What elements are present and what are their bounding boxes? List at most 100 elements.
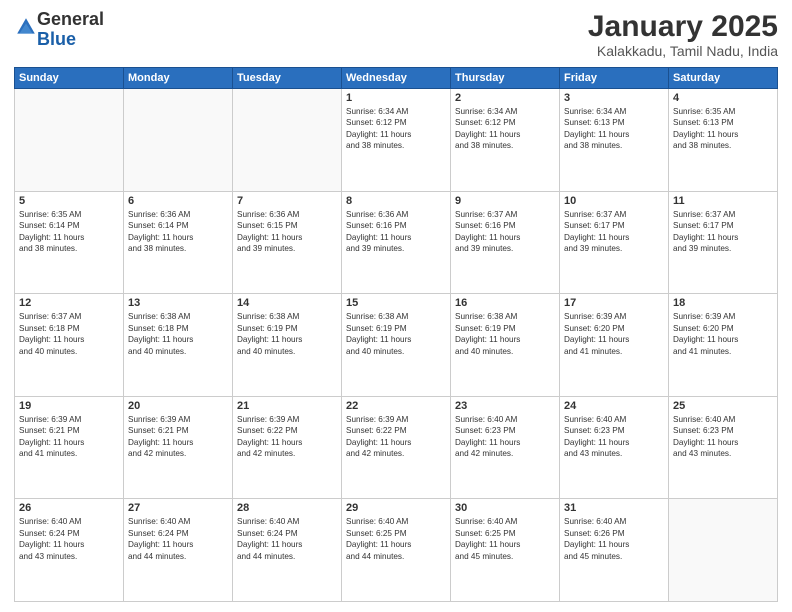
day-info: Sunrise: 6:40 AMSunset: 6:25 PMDaylight:…: [455, 516, 555, 562]
calendar-cell: 28 Sunrise: 6:40 AMSunset: 6:24 PMDayligh…: [233, 499, 342, 602]
calendar-cell: 14 Sunrise: 6:38 AMSunset: 6:19 PMDayligh…: [233, 294, 342, 397]
day-info: Sunrise: 6:40 AMSunset: 6:23 PMDaylight:…: [564, 414, 664, 460]
day-info: Sunrise: 6:39 AMSunset: 6:21 PMDaylight:…: [19, 414, 119, 460]
col-header-saturday: Saturday: [669, 68, 778, 89]
calendar-cell: 8 Sunrise: 6:36 AMSunset: 6:16 PMDaylight…: [342, 191, 451, 294]
day-number: 16: [455, 297, 555, 309]
day-info: Sunrise: 6:36 AMSunset: 6:14 PMDaylight:…: [128, 209, 228, 255]
day-info: Sunrise: 6:34 AMSunset: 6:12 PMDaylight:…: [346, 106, 446, 152]
day-number: 10: [564, 195, 664, 207]
day-info: Sunrise: 6:38 AMSunset: 6:19 PMDaylight:…: [455, 311, 555, 357]
day-info: Sunrise: 6:39 AMSunset: 6:20 PMDaylight:…: [673, 311, 773, 357]
day-info: Sunrise: 6:39 AMSunset: 6:22 PMDaylight:…: [346, 414, 446, 460]
day-number: 15: [346, 297, 446, 309]
calendar-cell: [669, 499, 778, 602]
day-number: 17: [564, 297, 664, 309]
day-number: 24: [564, 400, 664, 412]
day-number: 29: [346, 502, 446, 514]
calendar-cell: 13 Sunrise: 6:38 AMSunset: 6:18 PMDayligh…: [124, 294, 233, 397]
day-info: Sunrise: 6:37 AMSunset: 6:18 PMDaylight:…: [19, 311, 119, 357]
calendar-cell: 18Sunrise: 6:39 AMSunset: 6:20 PMDayligh…: [669, 294, 778, 397]
day-info: Sunrise: 6:39 AMSunset: 6:20 PMDaylight:…: [564, 311, 664, 357]
day-info: Sunrise: 6:37 AMSunset: 6:16 PMDaylight:…: [455, 209, 555, 255]
calendar-cell: 27 Sunrise: 6:40 AMSunset: 6:24 PMDayligh…: [124, 499, 233, 602]
col-header-thursday: Thursday: [451, 68, 560, 89]
day-number: 8: [346, 195, 446, 207]
logo-blue-text: Blue: [37, 29, 76, 49]
day-info: Sunrise: 6:39 AMSunset: 6:22 PMDaylight:…: [237, 414, 337, 460]
day-number: 12: [19, 297, 119, 309]
calendar-cell: [15, 89, 124, 192]
calendar-cell: 1 Sunrise: 6:34 AMSunset: 6:12 PMDaylight…: [342, 89, 451, 192]
day-info: Sunrise: 6:37 AMSunset: 6:17 PMDaylight:…: [564, 209, 664, 255]
day-number: 27: [128, 502, 228, 514]
day-info: Sunrise: 6:40 AMSunset: 6:23 PMDaylight:…: [673, 414, 773, 460]
col-header-wednesday: Wednesday: [342, 68, 451, 89]
calendar-cell: 3 Sunrise: 6:34 AMSunset: 6:13 PMDaylight…: [560, 89, 669, 192]
day-number: 26: [19, 502, 119, 514]
day-info: Sunrise: 6:40 AMSunset: 6:25 PMDaylight:…: [346, 516, 446, 562]
calendar-cell: 25 Sunrise: 6:40 AMSunset: 6:23 PMDayligh…: [669, 396, 778, 499]
calendar-cell: 21 Sunrise: 6:39 AMSunset: 6:22 PMDayligh…: [233, 396, 342, 499]
day-info: Sunrise: 6:36 AMSunset: 6:15 PMDaylight:…: [237, 209, 337, 255]
day-number: 25: [673, 400, 773, 412]
day-info: Sunrise: 6:40 AMSunset: 6:24 PMDaylight:…: [128, 516, 228, 562]
col-header-sunday: Sunday: [15, 68, 124, 89]
calendar-cell: 20Sunrise: 6:39 AMSunset: 6:21 PMDayligh…: [124, 396, 233, 499]
day-number: 6: [128, 195, 228, 207]
col-header-tuesday: Tuesday: [233, 68, 342, 89]
day-info: Sunrise: 6:39 AMSunset: 6:21 PMDaylight:…: [128, 414, 228, 460]
col-header-monday: Monday: [124, 68, 233, 89]
calendar-cell: 12 Sunrise: 6:37 AMSunset: 6:18 PMDayligh…: [15, 294, 124, 397]
calendar-cell: 29 Sunrise: 6:40 AMSunset: 6:25 PMDayligh…: [342, 499, 451, 602]
day-info: Sunrise: 6:36 AMSunset: 6:16 PMDaylight:…: [346, 209, 446, 255]
day-info: Sunrise: 6:34 AMSunset: 6:13 PMDaylight:…: [564, 106, 664, 152]
calendar-cell: 19 Sunrise: 6:39 AMSunset: 6:21 PMDayligh…: [15, 396, 124, 499]
day-number: 7: [237, 195, 337, 207]
calendar-cell: 6 Sunrise: 6:36 AMSunset: 6:14 PMDaylight…: [124, 191, 233, 294]
day-info: Sunrise: 6:35 AMSunset: 6:14 PMDaylight:…: [19, 209, 119, 255]
day-info: Sunrise: 6:40 AMSunset: 6:24 PMDaylight:…: [237, 516, 337, 562]
calendar-week-4: 19 Sunrise: 6:39 AMSunset: 6:21 PMDayligh…: [15, 396, 778, 499]
col-header-friday: Friday: [560, 68, 669, 89]
day-number: 19: [19, 400, 119, 412]
logo-general-text: General: [37, 9, 104, 29]
day-number: 22: [346, 400, 446, 412]
calendar-cell: 23 Sunrise: 6:40 AMSunset: 6:23 PMDayligh…: [451, 396, 560, 499]
title-block: January 2025 Kalakkadu, Tamil Nadu, Indi…: [588, 10, 778, 59]
day-number: 1: [346, 92, 446, 104]
logo: General Blue: [14, 10, 104, 50]
day-number: 13: [128, 297, 228, 309]
day-number: 28: [237, 502, 337, 514]
calendar-cell: 10 Sunrise: 6:37 AMSunset: 6:17 PMDayligh…: [560, 191, 669, 294]
calendar-cell: 11Sunrise: 6:37 AMSunset: 6:17 PMDayligh…: [669, 191, 778, 294]
header: General Blue January 2025 Kalakkadu, Tam…: [14, 10, 778, 59]
day-info: Sunrise: 6:38 AMSunset: 6:19 PMDaylight:…: [237, 311, 337, 357]
calendar-week-3: 12 Sunrise: 6:37 AMSunset: 6:18 PMDayligh…: [15, 294, 778, 397]
calendar-week-2: 5 Sunrise: 6:35 AMSunset: 6:14 PMDaylight…: [15, 191, 778, 294]
day-number: 23: [455, 400, 555, 412]
day-number: 5: [19, 195, 119, 207]
calendar-cell: 2Sunrise: 6:34 AMSunset: 6:12 PMDaylight…: [451, 89, 560, 192]
calendar-cell: [233, 89, 342, 192]
calendar-cell: 16 Sunrise: 6:38 AMSunset: 6:19 PMDayligh…: [451, 294, 560, 397]
day-number: 4: [673, 92, 773, 104]
calendar-cell: 30Sunrise: 6:40 AMSunset: 6:25 PMDayligh…: [451, 499, 560, 602]
day-number: 2: [455, 92, 555, 104]
calendar-cell: 5 Sunrise: 6:35 AMSunset: 6:14 PMDaylight…: [15, 191, 124, 294]
day-info: Sunrise: 6:38 AMSunset: 6:18 PMDaylight:…: [128, 311, 228, 357]
calendar-cell: 4Sunrise: 6:35 AMSunset: 6:13 PMDaylight…: [669, 89, 778, 192]
calendar-cell: 9 Sunrise: 6:37 AMSunset: 6:16 PMDaylight…: [451, 191, 560, 294]
day-number: 21: [237, 400, 337, 412]
day-info: Sunrise: 6:40 AMSunset: 6:23 PMDaylight:…: [455, 414, 555, 460]
day-number: 9: [455, 195, 555, 207]
calendar-cell: 7 Sunrise: 6:36 AMSunset: 6:15 PMDaylight…: [233, 191, 342, 294]
day-number: 3: [564, 92, 664, 104]
day-number: 14: [237, 297, 337, 309]
day-info: Sunrise: 6:38 AMSunset: 6:19 PMDaylight:…: [346, 311, 446, 357]
day-number: 31: [564, 502, 664, 514]
calendar-week-5: 26 Sunrise: 6:40 AMSunset: 6:24 PMDayligh…: [15, 499, 778, 602]
calendar-table: Sunday Monday Tuesday Wednesday Thursday…: [14, 67, 778, 602]
calendar-cell: 17 Sunrise: 6:39 AMSunset: 6:20 PMDayligh…: [560, 294, 669, 397]
day-info: Sunrise: 6:40 AMSunset: 6:26 PMDaylight:…: [564, 516, 664, 562]
